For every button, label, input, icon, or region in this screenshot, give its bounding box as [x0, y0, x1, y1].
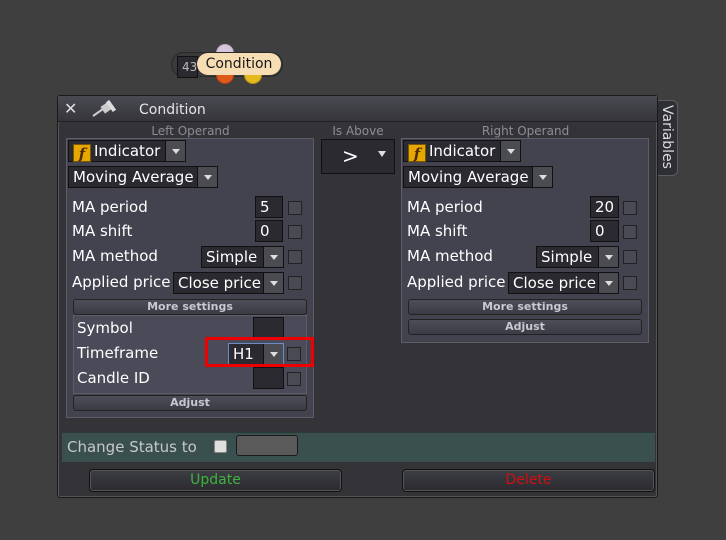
right-adjust-button[interactable]: Adjust	[408, 319, 642, 335]
title-bar[interactable]: ✕ Condition	[58, 96, 657, 122]
right-type-dropdown[interactable]: f Indicator	[403, 140, 521, 163]
right-ma-period-checkbox[interactable]	[623, 201, 637, 215]
right-indicator-value: Moving Average	[408, 168, 529, 186]
left-applied-price-dropdown[interactable]: Close price	[173, 272, 284, 294]
left-ma-method-checkbox[interactable]	[288, 250, 302, 264]
left-candle-id-input[interactable]	[253, 367, 284, 389]
chevron-down-icon	[532, 167, 552, 187]
operator-caption: Is Above	[332, 124, 384, 138]
right-ma-method-checkbox[interactable]	[623, 250, 637, 264]
condition-window: ✕ Condition Left Operand Is Above Right …	[57, 95, 658, 498]
operator-dropdown[interactable]: >	[321, 139, 395, 174]
change-status-label: Change Status to	[67, 438, 197, 456]
right-ma-method-value: Simple	[541, 248, 593, 266]
chevron-down-icon	[598, 273, 618, 293]
right-ma-shift-checkbox[interactable]	[623, 225, 637, 239]
right-ma-method-dropdown[interactable]: Simple	[536, 246, 619, 268]
left-type-value: Indicator	[94, 142, 161, 160]
right-ma-period-input[interactable]: 20	[590, 196, 619, 218]
left-candle-id-checkbox[interactable]	[287, 372, 301, 386]
right-more-settings-button[interactable]: More settings	[408, 299, 642, 315]
chevron-down-icon	[500, 141, 520, 161]
left-ma-shift-checkbox[interactable]	[288, 225, 302, 239]
delete-button[interactable]: Delete	[402, 469, 655, 492]
right-applied-price-dropdown[interactable]: Close price	[508, 272, 619, 294]
left-ma-period-checkbox[interactable]	[288, 201, 302, 215]
variables-tab-label: Variables	[659, 105, 675, 169]
left-symbol-input[interactable]	[253, 317, 284, 339]
right-type-value: Indicator	[429, 142, 496, 160]
chevron-down-icon	[165, 141, 185, 161]
left-applied-price-checkbox[interactable]	[288, 276, 302, 290]
chevron-down-icon	[263, 273, 283, 293]
change-status-input[interactable]	[236, 435, 298, 456]
node-number: 43	[177, 56, 199, 78]
left-candle-id-label: Candle ID	[77, 369, 150, 387]
left-ma-method-label: MA method	[72, 247, 158, 265]
change-status-row: Change Status to	[62, 432, 655, 462]
left-more-settings-button[interactable]: More settings	[73, 299, 307, 315]
right-indicator-dropdown[interactable]: Moving Average	[403, 166, 553, 188]
right-operand-caption: Right Operand	[481, 124, 570, 138]
chevron-down-icon	[378, 151, 386, 157]
left-symbol-label: Symbol	[77, 319, 133, 337]
function-icon: f	[73, 144, 91, 163]
window-title: Condition	[139, 102, 206, 118]
right-ma-method-label: MA method	[407, 247, 493, 265]
update-button[interactable]: Update	[89, 469, 342, 492]
node-label[interactable]: Condition	[197, 53, 281, 75]
close-icon[interactable]: ✕	[64, 101, 77, 117]
timeframe-highlight-box	[205, 337, 314, 367]
left-applied-price-label: Applied price	[72, 273, 171, 291]
function-icon: f	[408, 144, 426, 163]
left-ma-method-value: Simple	[206, 248, 258, 266]
left-operand-caption: Left Operand	[151, 124, 230, 138]
chevron-down-icon	[263, 247, 283, 267]
right-ma-period-label: MA period	[407, 198, 483, 216]
pin-icon[interactable]	[90, 100, 118, 118]
chevron-down-icon	[197, 167, 217, 187]
left-type-dropdown[interactable]: f Indicator	[68, 140, 186, 163]
left-indicator-value: Moving Average	[73, 168, 194, 186]
left-timeframe-label: Timeframe	[77, 344, 159, 362]
right-applied-price-value: Close price	[513, 274, 596, 292]
condition-node[interactable]: 43 Condition	[171, 44, 287, 86]
left-ma-shift-input[interactable]: 0	[255, 220, 283, 242]
left-applied-price-value: Close price	[178, 274, 261, 292]
change-status-checkbox[interactable]	[214, 440, 227, 453]
left-ma-method-dropdown[interactable]: Simple	[201, 246, 284, 268]
left-ma-period-input[interactable]: 5	[255, 196, 283, 218]
right-applied-price-checkbox[interactable]	[623, 276, 637, 290]
right-applied-price-label: Applied price	[407, 273, 506, 291]
right-ma-shift-input[interactable]: 0	[590, 220, 619, 242]
left-adjust-button[interactable]: Adjust	[73, 395, 307, 411]
variables-tab[interactable]: Variables	[657, 100, 678, 176]
left-indicator-dropdown[interactable]: Moving Average	[68, 166, 218, 188]
operator-symbol: >	[342, 144, 359, 168]
chevron-down-icon	[598, 247, 618, 267]
right-ma-shift-label: MA shift	[407, 222, 468, 240]
left-ma-period-label: MA period	[72, 198, 148, 216]
left-ma-shift-label: MA shift	[72, 222, 133, 240]
